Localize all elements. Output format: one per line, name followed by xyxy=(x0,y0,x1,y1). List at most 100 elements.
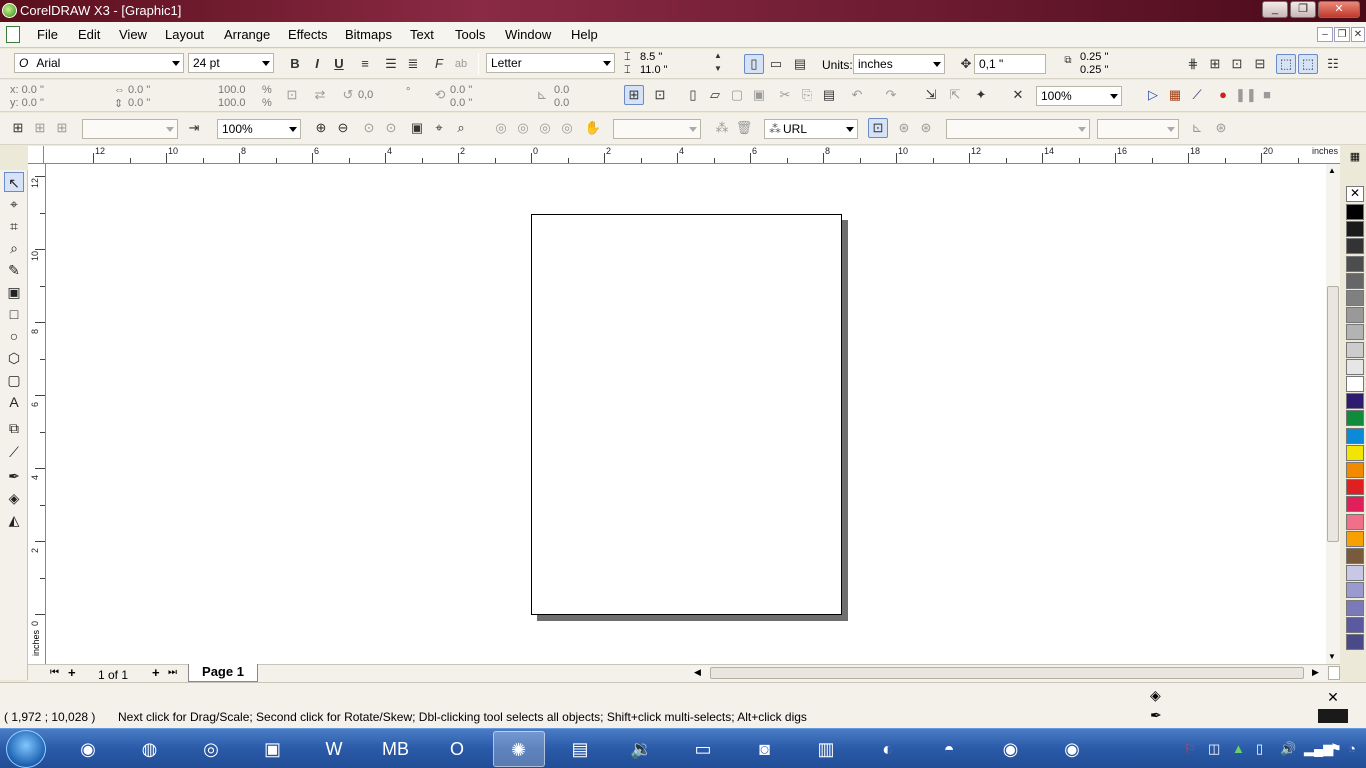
first-page-button[interactable]: ⏮ xyxy=(50,667,59,678)
palette-swatch[interactable] xyxy=(1346,324,1364,341)
nudge-field[interactable]: 0,1 " xyxy=(974,54,1046,74)
menu-view[interactable]: View xyxy=(119,27,147,42)
last-page-button[interactable]: ⏭ xyxy=(168,667,177,678)
macro-editor-icon[interactable]: ⟋ xyxy=(1187,85,1207,105)
eyedropper-tool-icon[interactable]: ⟋ xyxy=(4,442,24,462)
corel-online-icon[interactable]: ✕ xyxy=(1008,85,1028,105)
palette-swatch[interactable] xyxy=(1346,444,1364,461)
pause-icon[interactable]: ❚❚ xyxy=(1235,85,1257,105)
palette-swatch[interactable] xyxy=(1346,548,1364,564)
document-icon[interactable] xyxy=(6,26,20,43)
start-button[interactable] xyxy=(6,730,46,768)
menu-effects[interactable]: Effects xyxy=(288,27,328,42)
horizontal-scroll-thumb[interactable] xyxy=(710,667,1304,679)
taskbar-opera-icon[interactable]: O xyxy=(431,731,483,767)
taskbar-monitor-icon[interactable]: ▭ xyxy=(677,731,729,767)
web-settings-icon[interactable]: ⊛ xyxy=(1211,118,1231,138)
taskbar-word-icon[interactable]: W xyxy=(308,731,360,767)
text-tool-icon[interactable]: A xyxy=(4,392,24,412)
zoom-out-icon[interactable]: ⊖ xyxy=(333,118,353,138)
shape-tool-icon[interactable]: ⌖ xyxy=(4,194,24,214)
vertical-scroll-thumb[interactable] xyxy=(1327,286,1339,542)
add-page-after-button[interactable]: + xyxy=(152,665,160,680)
menu-edit[interactable]: Edit xyxy=(78,27,100,42)
palette-swatch[interactable] xyxy=(1346,307,1364,324)
maximize-button[interactable]: ❐ xyxy=(1290,1,1316,18)
close-button[interactable]: ✕ xyxy=(1318,1,1360,18)
bold-icon[interactable]: B xyxy=(285,54,305,74)
coreldraw-app-icon[interactable] xyxy=(2,3,17,18)
zoom-in-icon[interactable]: ⊕ xyxy=(311,118,331,138)
vertical-ruler[interactable]: inches 12 10 8 6 4 2 0 xyxy=(28,164,46,664)
rectangle-tool-icon[interactable]: □ xyxy=(4,304,24,324)
scroll-down-icon[interactable]: ▼ xyxy=(1328,652,1336,661)
page-layout-icon[interactable]: ▤ xyxy=(790,54,810,74)
menu-layout[interactable]: Layout xyxy=(165,27,204,42)
zoom-tool-icon[interactable]: ⌕ xyxy=(4,238,24,258)
style-select[interactable] xyxy=(82,119,178,139)
polygon-tool-icon[interactable]: ⬡ xyxy=(4,348,24,368)
web-icon[interactable]: ◎ xyxy=(491,118,511,138)
document-page[interactable] xyxy=(531,214,842,615)
drop-cap-icon[interactable]: ≣ xyxy=(403,54,423,74)
undo-icon[interactable]: ↶ xyxy=(847,85,867,105)
x-position-value[interactable]: x: 0.0 " xyxy=(10,84,44,96)
snap-guidelines-icon[interactable]: ⊞ xyxy=(1205,54,1225,74)
italic-icon[interactable]: I xyxy=(307,54,327,74)
palette-swatch[interactable] xyxy=(1346,513,1364,530)
open-icon[interactable]: ▱ xyxy=(705,85,725,105)
treat-filled-icon[interactable]: ⬚ xyxy=(1276,54,1296,74)
palette-swatch[interactable] xyxy=(1346,599,1364,616)
stop-icon[interactable]: ■ xyxy=(1257,85,1277,105)
palette-swatch[interactable] xyxy=(1346,290,1364,306)
lock-ratio-icon[interactable]: ⊡ xyxy=(282,85,302,105)
scale-width-value[interactable]: 100.0 xyxy=(218,84,246,96)
grid-tool-icon[interactable]: ⊞ xyxy=(624,85,644,105)
palette-swatch[interactable] xyxy=(1346,462,1364,478)
script-icon[interactable]: ▦ xyxy=(1165,85,1185,105)
zoom-select[interactable]: 100% xyxy=(1036,86,1122,106)
portrait-icon[interactable]: ▯ xyxy=(744,54,764,74)
page-tab[interactable]: Page 1 xyxy=(188,664,258,682)
skew-v-value[interactable]: 0.0 xyxy=(554,97,569,109)
interactive-blend-tool-icon[interactable]: ⧉ xyxy=(4,418,24,438)
palette-swatch[interactable] xyxy=(1346,255,1364,272)
vertical-scrollbar[interactable]: ▲ ▼ xyxy=(1326,164,1340,664)
menu-file[interactable]: File xyxy=(37,27,58,42)
center-y-value[interactable]: 0.0 " xyxy=(450,97,472,109)
crop-tool-icon[interactable]: ⌗ xyxy=(4,216,24,236)
palette-swatch[interactable] xyxy=(1346,530,1364,547)
taskbar-coreldraw-icon[interactable]: ✺ xyxy=(492,731,545,767)
web3-icon[interactable]: ◎ xyxy=(535,118,555,138)
mdi-restore-button[interactable]: ❐ xyxy=(1334,27,1350,42)
palette-swatch[interactable] xyxy=(1346,376,1364,392)
taskbar-book-icon[interactable]: ▤ xyxy=(554,731,606,767)
palette-swatch[interactable] xyxy=(1346,427,1364,444)
ellipse-tool-icon[interactable]: ○ xyxy=(4,326,24,346)
zoom-width-icon[interactable]: ⌖ xyxy=(429,118,449,138)
tray-network-icon[interactable]: ▂▄▆ xyxy=(1304,741,1333,757)
font-name-select[interactable]: O Arial xyxy=(14,53,184,73)
center-x-value[interactable]: 0.0 " xyxy=(450,84,472,96)
palette-swatch[interactable] xyxy=(1346,479,1364,496)
show-hotspots-icon[interactable]: ⊡ xyxy=(868,118,888,138)
minimize-button[interactable]: _ xyxy=(1262,1,1288,18)
paste-icon[interactable]: ▤ xyxy=(819,85,839,105)
web-select[interactable] xyxy=(613,119,701,139)
taskbar-volume-icon[interactable]: 🔉 xyxy=(616,731,668,767)
dup-y-value[interactable]: 0.25 " xyxy=(1080,64,1108,76)
menu-tools[interactable]: Tools xyxy=(455,27,485,42)
no-color-swatch[interactable]: ✕ xyxy=(1346,186,1364,202)
outline-tool-icon[interactable]: ✒ xyxy=(4,466,24,486)
new-icon[interactable]: ▯ xyxy=(683,85,703,105)
tray-device-icon[interactable]: ▯ xyxy=(1256,741,1263,757)
tray-volume-icon[interactable]: 🔊 xyxy=(1280,741,1296,757)
palette-swatch[interactable] xyxy=(1346,565,1364,582)
taskbar-chrome2-icon[interactable]: ◉ xyxy=(1046,731,1098,767)
snap-grid-icon[interactable]: ⋕ xyxy=(1183,54,1203,74)
align-icon[interactable]: ≡ xyxy=(355,54,375,74)
pdf-tray-icon[interactable]: ⚐ xyxy=(1184,741,1196,757)
bookmark-icon[interactable]: ⊛ xyxy=(894,118,914,138)
palette-options-icon[interactable]: ▦ xyxy=(1346,150,1364,164)
paper-size-select[interactable]: Letter xyxy=(486,53,615,73)
